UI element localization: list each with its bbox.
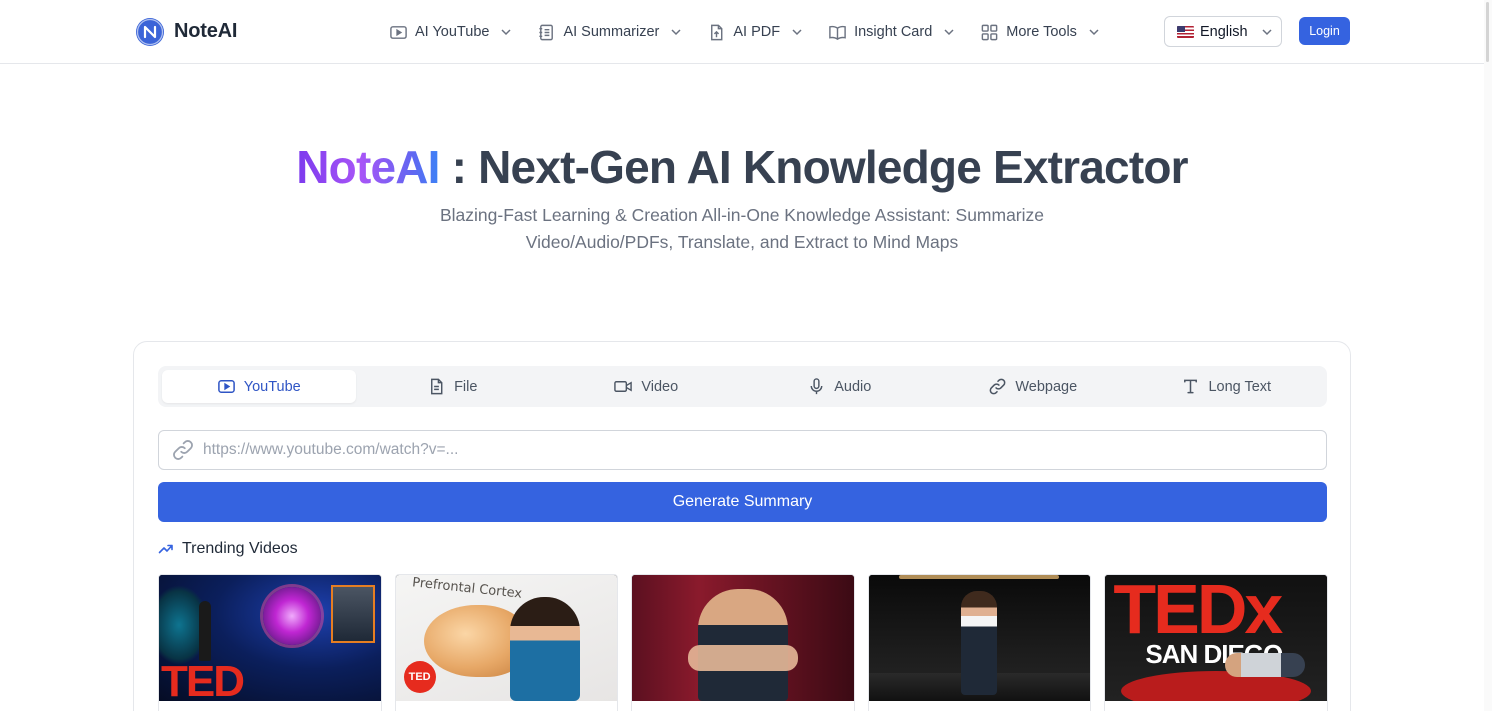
notebook-icon <box>537 23 556 42</box>
video-card-footer <box>1105 701 1327 711</box>
video-card-footer <box>159 701 381 711</box>
nav-label: Insight Card <box>854 24 933 40</box>
chevron-down-icon <box>1262 28 1272 35</box>
chevron-down-icon <box>944 29 954 36</box>
video-card-footer <box>632 701 854 711</box>
video-thumbnail: TEDx SAN DIEGO <box>1105 575 1327 701</box>
tab-file[interactable]: File <box>356 370 550 403</box>
grid-icon <box>980 23 999 42</box>
trending-videos-list: TED Prefrontal Cortex TED TEDx SAN DIEGO <box>158 574 1328 711</box>
language-selector[interactable]: English <box>1164 16 1282 47</box>
scrollbar-thumb[interactable] <box>1486 2 1489 62</box>
thumbnail-speaker <box>1225 653 1306 677</box>
login-button[interactable]: Login <box>1299 17 1350 45</box>
thumbnail-speaker <box>199 601 211 661</box>
ted-badge: TED <box>403 661 436 693</box>
tab-audio[interactable]: Audio <box>743 370 937 403</box>
nav-label: AI PDF <box>733 24 781 40</box>
hero-title-rest: : Next-Gen AI Knowledge Extractor <box>439 141 1189 193</box>
noteai-logo-icon <box>136 17 164 46</box>
tab-webpage[interactable]: Webpage <box>936 370 1130 403</box>
microphone-icon <box>810 378 823 395</box>
brand-name: NoteAI <box>174 20 238 42</box>
trending-video-card[interactable]: TEDx SAN DIEGO <box>1104 574 1328 711</box>
nav-item-ai-summarizer[interactable]: AI Summarizer <box>537 23 683 42</box>
url-input-wrapper[interactable] <box>158 430 1327 470</box>
link-icon <box>989 378 1006 395</box>
generate-summary-button[interactable]: Generate Summary <box>158 482 1327 522</box>
thumbnail-speaker <box>509 597 580 701</box>
tab-label: Long Text <box>1208 378 1272 395</box>
trending-video-card[interactable] <box>631 574 855 711</box>
tab-label: YouTube <box>243 378 301 395</box>
hero-subtitle: Blazing-Fast Learning & Creation All-in-… <box>439 205 1045 252</box>
chevron-down-icon <box>671 29 681 36</box>
ted-logo-text: TED <box>161 657 245 701</box>
language-label: English <box>1200 23 1248 40</box>
chevron-down-icon <box>501 29 511 36</box>
hero-title-brand: NoteAI <box>296 141 440 193</box>
video-thumbnail: Prefrontal Cortex TED <box>395 575 618 701</box>
source-tabs: YouTube File Video Audio Webpage Long Te… <box>158 366 1327 407</box>
tab-youtube[interactable]: YouTube <box>162 370 356 403</box>
tab-label: Audio <box>834 378 872 395</box>
file-upload-icon <box>707 23 726 42</box>
trending-title: Trending Videos <box>182 540 298 557</box>
nav-item-more-tools[interactable]: More Tools <box>980 23 1101 42</box>
open-book-icon <box>828 23 847 42</box>
nav-label: AI Summarizer <box>563 24 660 40</box>
trending-up-icon <box>158 544 173 554</box>
tedx-logo-text: TEDx <box>1113 575 1283 648</box>
chevron-down-icon <box>792 29 802 36</box>
main-nav: AI YouTube AI Summarizer AI PDF Insight … <box>389 18 1125 46</box>
summarizer-card: YouTube File Video Audio Webpage Long Te… <box>133 341 1351 711</box>
video-thumbnail <box>632 575 854 701</box>
thumbnail-stage-light <box>898 575 1059 579</box>
trending-video-card[interactable]: TED <box>158 574 382 711</box>
brand[interactable]: NoteAI <box>136 17 237 46</box>
video-thumbnail <box>868 575 1091 701</box>
tab-video[interactable]: Video <box>549 370 743 403</box>
hero-title: NoteAI : Next-Gen AI Knowledge Extractor <box>0 140 1484 194</box>
top-navigation-bar: NoteAI AI YouTube AI Summarizer AI PDF I… <box>0 0 1484 64</box>
chevron-down-icon <box>1089 29 1099 36</box>
trending-video-card[interactable] <box>867 574 1092 711</box>
link-icon <box>173 440 193 460</box>
thumbnail-hands <box>688 645 799 671</box>
trending-videos-heading: Trending Videos <box>158 540 298 558</box>
thumbnail-speaker <box>960 591 997 695</box>
text-type-icon <box>1184 379 1198 394</box>
tab-label: Video <box>641 378 679 395</box>
youtube-url-input[interactable] <box>203 441 1303 459</box>
video-player-icon <box>389 23 408 42</box>
thumbnail-caption: Prefrontal Cortex <box>411 575 523 602</box>
nav-label: More Tools <box>1006 24 1077 40</box>
us-flag-icon <box>1177 25 1194 38</box>
nav-item-ai-youtube[interactable]: AI YouTube <box>389 23 513 42</box>
thumbnail-virus-image <box>263 587 321 645</box>
video-card-footer <box>868 701 1091 711</box>
tab-long-text[interactable]: Long Text <box>1130 370 1324 403</box>
thumbnail-screen <box>331 585 375 643</box>
youtube-play-icon <box>217 380 235 393</box>
tab-label: Webpage <box>1015 378 1078 395</box>
video-thumbnail: TED <box>159 575 381 701</box>
nav-item-insight-card[interactable]: Insight Card <box>828 23 956 42</box>
video-card-footer <box>395 701 618 711</box>
nav-label: AI YouTube <box>415 24 490 40</box>
document-icon <box>431 378 443 395</box>
video-camera-icon <box>614 381 633 392</box>
page-scrollbar[interactable] <box>1484 0 1492 711</box>
trending-video-card[interactable]: Prefrontal Cortex TED <box>394 574 619 711</box>
nav-item-ai-pdf[interactable]: AI PDF <box>707 23 804 42</box>
tab-label: File <box>454 378 478 395</box>
